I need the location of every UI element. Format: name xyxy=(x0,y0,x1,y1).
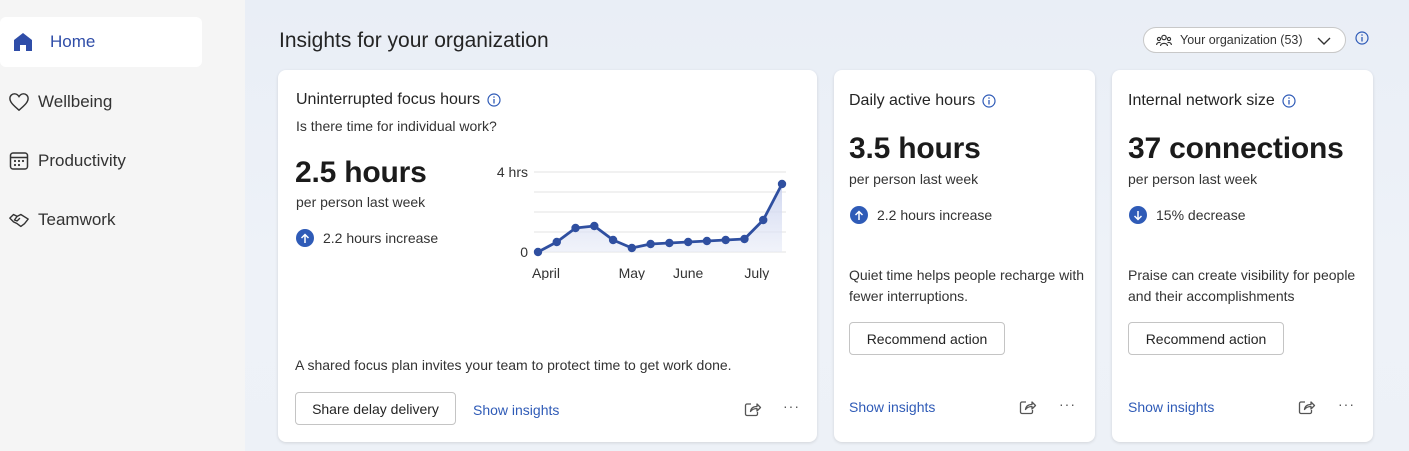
home-icon xyxy=(10,29,36,55)
organization-selector-label: Your organization (53) xyxy=(1180,33,1303,47)
chart-point xyxy=(777,179,787,189)
card-title-text: Internal network size xyxy=(1128,92,1275,109)
internal-network-size-card: Internal network size 37 connections per… xyxy=(1112,70,1373,442)
card-description: Quiet time helps people recharge with fe… xyxy=(849,267,1085,304)
chart-point xyxy=(533,247,543,257)
card-description: Praise can create visibility for people … xyxy=(1128,267,1356,304)
sidebar-item-productivity[interactable]: Productivity xyxy=(0,136,202,186)
show-insights-link[interactable]: Show insights xyxy=(1128,399,1214,415)
metric-value: 37 connections xyxy=(1128,132,1344,165)
daily-active-hours-card: Daily active hours 3.5 hours per person … xyxy=(834,70,1095,442)
card-title: Uninterrupted focus hours xyxy=(296,91,501,109)
card-title: Internal network size xyxy=(1128,92,1296,110)
chart-point xyxy=(740,234,749,244)
sidebar-item-label: Teamwork xyxy=(38,210,116,229)
sidebar-item-wellbeing[interactable]: Wellbeing xyxy=(0,77,202,127)
chart-point xyxy=(552,237,561,247)
share-icon[interactable] xyxy=(744,401,762,422)
more-options-icon[interactable]: ··· xyxy=(1338,396,1355,412)
sidebar-item-teamwork[interactable]: Teamwork xyxy=(0,195,202,245)
chart-point xyxy=(646,239,655,249)
sidebar-item-label: Home xyxy=(50,32,96,51)
handshake-icon xyxy=(6,207,32,233)
focus-hours-card: Uninterrupted focus hours Is there time … xyxy=(278,70,817,442)
metric-value: 3.5 hours xyxy=(849,132,981,165)
organization-selector[interactable]: Your organization (53) xyxy=(1143,27,1346,53)
trend-text: 2.2 hours increase xyxy=(323,230,439,246)
chart-point xyxy=(759,215,768,225)
chart-point xyxy=(702,236,712,246)
info-icon[interactable] xyxy=(487,93,501,107)
metric-value: 2.5 hours xyxy=(295,156,427,189)
arrow-down-icon xyxy=(1129,206,1147,224)
trend-indicator: 15% decrease xyxy=(1129,206,1246,224)
chart-y-tick-label: 0 xyxy=(520,244,528,260)
chart-x-tick-label: May xyxy=(619,265,645,280)
chart-x-tick-label: July xyxy=(744,265,769,280)
trend-text: 15% decrease xyxy=(1156,207,1246,223)
show-insights-link[interactable]: Show insights xyxy=(849,399,935,415)
card-title-text: Uninterrupted focus hours xyxy=(296,91,481,108)
chart-point xyxy=(665,238,674,248)
chart-point xyxy=(627,243,637,253)
share-icon[interactable] xyxy=(1298,399,1316,420)
recommend-action-button[interactable]: Recommend action xyxy=(849,322,1005,355)
focus-hours-chart: 4 hrs 0 April May June July xyxy=(497,164,787,280)
metric-period: per person last week xyxy=(1128,171,1258,187)
chart-x-tick-label: June xyxy=(673,265,704,280)
more-options-icon[interactable]: ··· xyxy=(783,398,800,414)
page-title: Insights for your organization xyxy=(279,29,549,52)
show-insights-link[interactable]: Show insights xyxy=(473,402,559,418)
metric-period: per person last week xyxy=(849,171,979,187)
sidebar: Home Wellbeing Productivity Teamwork xyxy=(0,0,244,451)
card-subtitle: Is there time for individual work? xyxy=(296,118,497,134)
card-title: Daily active hours xyxy=(849,92,996,110)
people-icon xyxy=(1156,33,1172,47)
trend-indicator: 2.2 hours increase xyxy=(850,206,992,224)
sidebar-item-label: Wellbeing xyxy=(38,92,113,111)
sidebar-item-home[interactable]: Home xyxy=(0,17,202,67)
chart-point xyxy=(721,235,730,245)
recommend-action-button[interactable]: Recommend action xyxy=(1128,322,1284,355)
heart-icon xyxy=(6,89,32,115)
sidebar-item-label: Productivity xyxy=(38,151,126,170)
metric-period: per person last week xyxy=(296,194,426,210)
chart-point xyxy=(608,235,618,245)
calendar-icon xyxy=(6,148,32,174)
info-icon[interactable] xyxy=(982,94,996,108)
info-icon[interactable] xyxy=(1355,31,1369,50)
chevron-down-icon xyxy=(1317,35,1331,49)
chart-point xyxy=(571,223,580,233)
arrow-up-icon xyxy=(850,206,868,224)
arrow-up-icon xyxy=(296,229,314,247)
card-title-text: Daily active hours xyxy=(849,92,976,109)
info-icon[interactable] xyxy=(1282,94,1296,108)
main-content: Insights for your organization Your orga… xyxy=(245,0,1409,451)
share-delay-delivery-button[interactable]: Share delay delivery xyxy=(295,392,456,425)
chart-point xyxy=(683,237,693,247)
chart-point xyxy=(590,221,599,231)
chart-y-tick-label: 4 hrs xyxy=(497,164,528,180)
share-icon[interactable] xyxy=(1019,399,1037,420)
more-options-icon[interactable]: ··· xyxy=(1059,396,1076,412)
card-description: A shared focus plan invites your team to… xyxy=(295,357,732,373)
trend-indicator: 2.2 hours increase xyxy=(296,229,438,247)
chart-x-tick-label: April xyxy=(532,265,560,280)
trend-text: 2.2 hours increase xyxy=(877,207,993,223)
